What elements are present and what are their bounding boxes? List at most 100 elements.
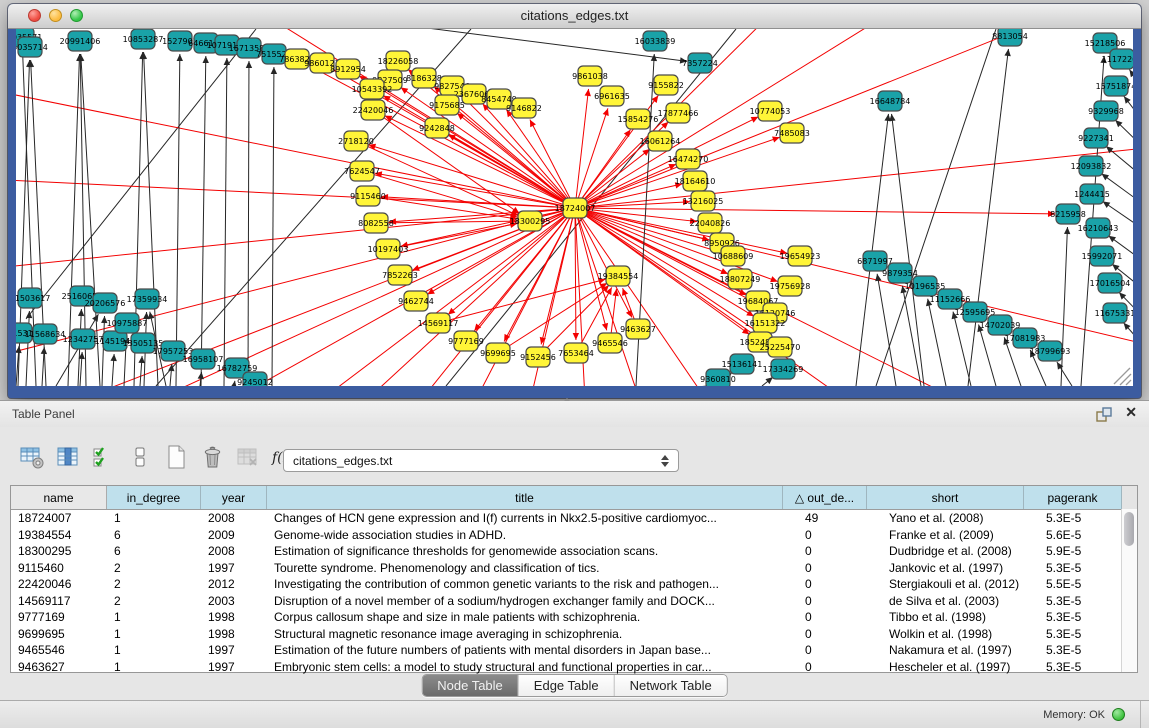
column-header-title[interactable]: title <box>267 486 783 509</box>
table-cell[interactable]: Dudbridge et al. (2008) <box>882 543 1039 560</box>
tab-edge-table[interactable]: Edge Table <box>519 675 615 696</box>
table-cell[interactable]: 1 <box>107 642 201 659</box>
column-select-icon[interactable] <box>54 443 81 470</box>
table-settings-icon[interactable] <box>18 443 45 470</box>
table-cell[interactable]: 1 <box>107 659 201 676</box>
table-cell[interactable]: Tourette syndrome. Phenomenology and cla… <box>267 560 798 577</box>
table-cell[interactable]: 9463627 <box>11 659 107 676</box>
table-cell[interactable]: 2 <box>107 593 201 610</box>
table-cell[interactable]: 1997 <box>201 659 267 676</box>
table-row[interactable]: 1938455462009Genome-wide association stu… <box>11 527 1137 544</box>
table-cell[interactable]: 0 <box>798 560 882 577</box>
table-cell[interactable]: 9115460 <box>11 560 107 577</box>
table-cell[interactable]: 18724007 <box>11 510 107 527</box>
column-header-short[interactable]: short <box>867 486 1024 509</box>
table-cell[interactable]: 19384554 <box>11 527 107 544</box>
table-cell[interactable]: 0 <box>798 576 882 593</box>
column-visibility-icon[interactable] <box>90 443 117 470</box>
table-cell[interactable]: 2012 <box>201 576 267 593</box>
table-cell[interactable]: 9777169 <box>11 609 107 626</box>
table-cell[interactable]: Franke et al. (2009) <box>882 527 1039 544</box>
new-table-icon[interactable] <box>162 443 189 470</box>
table-cell[interactable]: Hescheler et al. (1997) <box>882 659 1039 676</box>
table-cell[interactable]: Jankovic et al. (1997) <box>882 560 1039 577</box>
network-canvas[interactable]: 1003557140357142099140610853287152790264… <box>16 29 1133 386</box>
table-scrollbar-thumb[interactable] <box>1124 512 1134 546</box>
table-cell[interactable]: Tibbo et al. (1998) <box>882 609 1039 626</box>
table-row[interactable]: 2242004622012Investigating the contribut… <box>11 576 1137 593</box>
table-cell[interactable]: Investigating the contribution of common… <box>267 576 798 593</box>
table-row[interactable]: 946362711997Embryonic stem cells: a mode… <box>11 659 1137 676</box>
table-cell[interactable]: 18300295 <box>11 543 107 560</box>
table-cell[interactable]: Embryonic stem cells: a model to study s… <box>267 659 798 676</box>
table-cell[interactable]: 0 <box>798 642 882 659</box>
table-row[interactable]: 1872400712008Changes of HCN gene express… <box>11 510 1137 527</box>
table-cell[interactable]: 1 <box>107 609 201 626</box>
table-cell[interactable]: 2008 <box>201 510 267 527</box>
table-cell[interactable]: Estimation of the future numbers of pati… <box>267 642 798 659</box>
close-panel-icon[interactable]: ✕ <box>1125 404 1137 421</box>
column-header-pagerank[interactable]: pagerank <box>1024 486 1122 509</box>
tab-network-table[interactable]: Network Table <box>615 675 727 696</box>
table-row[interactable]: 946554611997Estimation of the future num… <box>11 642 1137 659</box>
table-cell[interactable]: 1 <box>107 510 201 527</box>
table-cell[interactable]: 49 <box>798 510 882 527</box>
table-cell[interactable]: 0 <box>798 626 882 643</box>
table-cell[interactable]: 1997 <box>201 560 267 577</box>
table-cell[interactable]: Estimation of significance thresholds fo… <box>267 543 798 560</box>
column-header-in-degree[interactable]: in_degree <box>107 486 201 509</box>
table-cell[interactable]: 0 <box>798 543 882 560</box>
table-scrollbar[interactable] <box>1121 509 1137 672</box>
graph-node-label: 9146822 <box>506 104 542 113</box>
graph-node-label: 18226058 <box>378 57 419 66</box>
tab-node-table[interactable]: Node Table <box>422 675 519 696</box>
table-cell[interactable]: 9699695 <box>11 626 107 643</box>
window-titlebar[interactable]: citations_edges.txt <box>8 4 1141 29</box>
table-row[interactable]: 969969511998Structural magnetic resonanc… <box>11 626 1137 643</box>
table-cell[interactable]: Disruption of a novel member of a sodium… <box>267 593 798 610</box>
graph-node-label: 18799693 <box>1030 347 1071 356</box>
row-height-icon[interactable] <box>126 443 153 470</box>
table-cell[interactable]: 1997 <box>201 642 267 659</box>
graph-node-label: 9777169 <box>448 337 484 346</box>
table-cell[interactable]: 2008 <box>201 543 267 560</box>
table-row[interactable]: 977716911998Corpus callosum shape and si… <box>11 609 1137 626</box>
table-row[interactable]: 911546021997Tourette syndrome. Phenomeno… <box>11 560 1137 577</box>
column-header-name[interactable]: name <box>11 486 107 509</box>
table-cell[interactable]: 1 <box>107 626 201 643</box>
table-cell[interactable]: Corpus callosum shape and size in male p… <box>267 609 798 626</box>
table-cell[interactable]: 0 <box>798 527 882 544</box>
table-cell[interactable]: Yano et al. (2008) <box>882 510 1039 527</box>
table-cell[interactable]: Stergiakouli et al. (2012) <box>882 576 1039 593</box>
delete-table-icon[interactable] <box>234 443 261 470</box>
table-cell[interactable]: Structural magnetic resonance image aver… <box>267 626 798 643</box>
table-cell[interactable]: 0 <box>798 593 882 610</box>
column-header-year[interactable]: year <box>201 486 267 509</box>
table-row[interactable]: 1830029562008Estimation of significance … <box>11 543 1137 560</box>
table-cell[interactable]: 1998 <box>201 609 267 626</box>
table-cell[interactable]: 1998 <box>201 626 267 643</box>
table-cell[interactable]: 2009 <box>201 527 267 544</box>
table-cell[interactable]: Nakamura et al. (1997) <box>882 642 1039 659</box>
table-cell[interactable]: 6 <box>107 527 201 544</box>
table-cell[interactable]: 22420046 <box>11 576 107 593</box>
delete-entries-trash-icon[interactable] <box>198 443 225 470</box>
table-cell[interactable]: 0 <box>798 659 882 676</box>
table-cell[interactable]: 14569117 <box>11 593 107 610</box>
table-cell[interactable]: 2 <box>107 576 201 593</box>
table-panel-header: Table Panel ✕ <box>0 401 1149 427</box>
table-cell[interactable]: de Silva et al. (2003) <box>882 593 1039 610</box>
table-cell[interactable]: 6 <box>107 543 201 560</box>
table-cell[interactable]: Genome-wide association studies in ADHD. <box>267 527 798 544</box>
table-selector-dropdown[interactable]: citations_edges.txt <box>283 449 679 472</box>
table-cell[interactable]: Changes of HCN gene expression and I(f) … <box>267 510 798 527</box>
table-cell[interactable]: 9465546 <box>11 642 107 659</box>
table-cell[interactable]: Wolkin et al. (1998) <box>882 626 1039 643</box>
table-row[interactable]: 1456911722003Disruption of a novel membe… <box>11 593 1137 610</box>
column-header-out-degree[interactable]: △ out_de... <box>783 486 867 509</box>
table-cell[interactable]: 2003 <box>201 593 267 610</box>
table-cell[interactable]: 0 <box>798 609 882 626</box>
float-panel-icon[interactable] <box>1095 405 1113 423</box>
table-cell[interactable]: 2 <box>107 560 201 577</box>
graph-node-label: 15992071 <box>1082 252 1123 261</box>
